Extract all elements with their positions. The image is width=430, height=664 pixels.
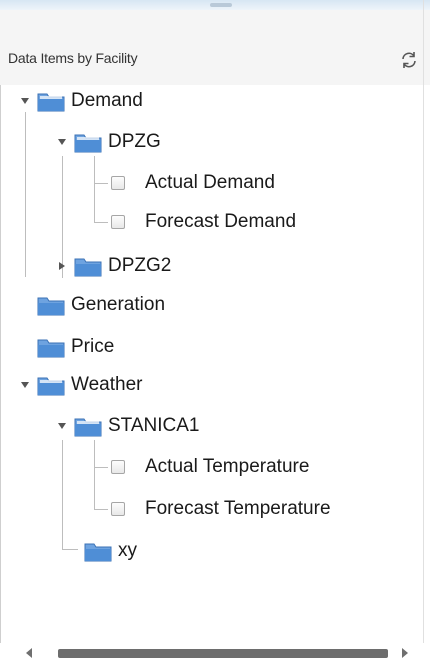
item-label: Actual Demand <box>145 172 275 193</box>
toggle-placeholder <box>18 298 32 312</box>
tree-item-actual-demand[interactable]: Actual Demand <box>111 168 275 198</box>
item-checkbox[interactable] <box>111 502 125 516</box>
tree-item-actual-temperature[interactable]: Actual Temperature <box>111 452 309 482</box>
expand-arrow-down-icon[interactable] <box>55 135 69 149</box>
item-label: Forecast Temperature <box>145 498 331 519</box>
folder-icon <box>37 93 65 112</box>
facility-tree: Demand DPZG Actual Demand Forecast Deman… <box>0 0 430 640</box>
item-label: Actual Temperature <box>145 456 310 477</box>
toggle-placeholder <box>18 340 32 354</box>
tree-item-forecast-demand[interactable]: Forecast Demand <box>111 207 296 237</box>
tree-node-xy[interactable]: xy <box>65 536 137 566</box>
node-label: STANICA1 <box>108 415 200 436</box>
tree-connector <box>94 509 108 510</box>
expand-arrow-right-icon[interactable] <box>55 259 69 273</box>
folder-icon <box>74 134 102 153</box>
scroll-right-arrow-icon[interactable] <box>402 648 408 658</box>
expand-arrow-down-icon[interactable] <box>18 94 32 108</box>
tree-connector <box>94 156 95 222</box>
item-checkbox[interactable] <box>111 176 125 190</box>
item-checkbox[interactable] <box>111 215 125 229</box>
scroll-thumb[interactable] <box>58 649 388 658</box>
item-checkbox[interactable] <box>111 460 125 474</box>
node-label: DPZG <box>108 131 161 152</box>
tree-node-dpzg[interactable]: DPZG <box>55 127 161 157</box>
node-label: DPZG2 <box>108 255 172 276</box>
expand-arrow-down-icon[interactable] <box>55 419 69 433</box>
node-label: xy <box>118 540 137 561</box>
tree-connector <box>94 440 95 509</box>
tree-node-dpzg2[interactable]: DPZG2 <box>55 251 171 281</box>
folder-icon <box>37 339 65 358</box>
node-label: Price <box>71 336 115 357</box>
folder-icon <box>84 543 112 562</box>
tree-node-weather[interactable]: Weather <box>18 370 142 400</box>
node-label: Weather <box>71 374 143 395</box>
node-label: Demand <box>71 90 143 111</box>
horizontal-scrollbar[interactable] <box>0 643 430 664</box>
toggle-placeholder <box>65 544 79 558</box>
scroll-left-arrow-icon[interactable] <box>26 648 32 658</box>
tree-node-stanica1[interactable]: STANICA1 <box>55 411 200 441</box>
folder-icon <box>37 377 65 396</box>
node-label: Generation <box>71 294 166 315</box>
expand-arrow-down-icon[interactable] <box>18 378 32 392</box>
tree-node-demand[interactable]: Demand <box>18 86 143 116</box>
item-label: Forecast Demand <box>145 211 297 232</box>
tree-connector <box>25 112 26 277</box>
tree-connector <box>94 222 108 223</box>
tree-connector <box>94 467 108 468</box>
tree-connector <box>62 440 63 550</box>
folder-icon <box>37 297 65 316</box>
folder-icon <box>74 258 102 277</box>
folder-icon <box>74 418 102 437</box>
tree-node-price[interactable]: Price <box>18 332 114 362</box>
tree-connector <box>94 183 108 184</box>
tree-node-generation[interactable]: Generation <box>18 290 165 320</box>
tree-item-forecast-temperature[interactable]: Forecast Temperature <box>111 494 331 524</box>
